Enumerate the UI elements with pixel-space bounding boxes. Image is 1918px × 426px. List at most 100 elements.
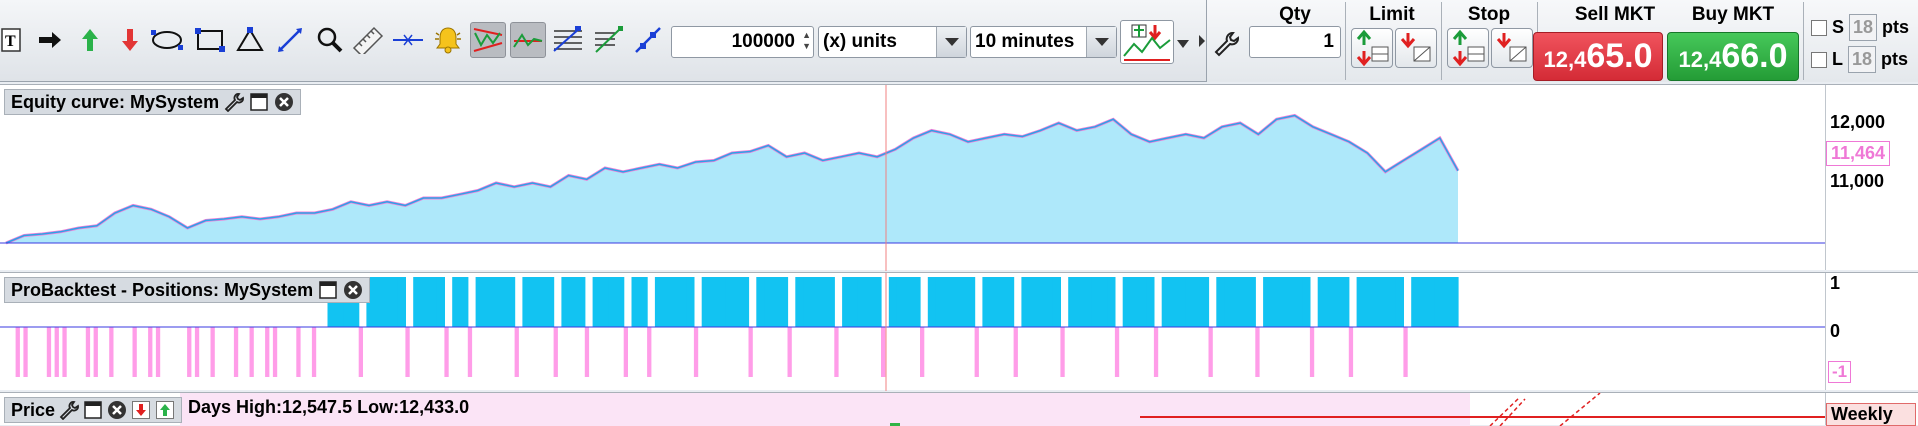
position-bar-long <box>1231 277 1241 327</box>
position-bar-long <box>795 277 804 327</box>
position-bar-long <box>1224 277 1233 327</box>
position-bar-long <box>1192 277 1202 327</box>
wrench-icon[interactable] <box>1209 26 1243 62</box>
position-bar-long <box>662 277 672 327</box>
position-bar-long <box>1185 277 1194 327</box>
position-bar-long <box>569 277 578 327</box>
position-bar-short <box>46 327 52 377</box>
arrow-down-red-icon[interactable] <box>131 400 151 420</box>
position-bar-long <box>1216 277 1225 327</box>
stop-loss-row: S 18 pts <box>1811 14 1909 41</box>
limit-sell-button[interactable] <box>1395 28 1437 68</box>
position-bar-short <box>553 327 558 377</box>
position-bar-long <box>1130 277 1139 327</box>
position-bar-long <box>904 277 913 327</box>
rectangle-tool-icon[interactable] <box>192 22 228 58</box>
units-select[interactable]: (x) units <box>818 26 967 58</box>
position-bar-long <box>1068 277 1077 327</box>
buy-mkt-label: Buy MKT <box>1691 4 1775 25</box>
position-bar-long <box>935 277 944 327</box>
backtest-indicator-icon[interactable] <box>1120 20 1174 64</box>
trend-lines-green-icon[interactable] <box>510 22 546 58</box>
position-bar-long <box>717 277 726 327</box>
position-bar-short <box>15 327 20 377</box>
stop-buy-button[interactable] <box>1447 28 1489 68</box>
take-profit-row: L 18 pts <box>1811 46 1908 73</box>
segment-tool-icon[interactable] <box>630 22 666 58</box>
price-title-bar: Price <box>4 397 183 423</box>
position-bar-short <box>85 327 91 377</box>
position-bar-short <box>1309 327 1315 377</box>
position-bar-long <box>1356 277 1365 327</box>
close-icon[interactable] <box>343 280 363 300</box>
stop-label: Stop <box>1467 4 1511 25</box>
position-bar-long <box>1341 277 1350 327</box>
fibonacci-icon[interactable] <box>550 22 586 58</box>
position-bar-long <box>615 277 625 327</box>
position-bar-long <box>709 277 718 327</box>
trend-lines-red-icon[interactable] <box>470 22 506 58</box>
arrow-up-green-icon[interactable] <box>72 22 108 58</box>
limit-buy-button[interactable] <box>1351 28 1393 68</box>
chevron-down-icon[interactable] <box>1176 36 1190 52</box>
position-bar-long <box>1239 277 1249 327</box>
positions-axis-label: 0 <box>1830 321 1841 341</box>
position-bar-long <box>460 277 469 327</box>
equity-axis-label: 12,000 <box>1830 112 1886 132</box>
price-panel: Price Days High:12,547.5 Low:12,433.0 We… <box>0 392 1918 426</box>
position-bar-long <box>1372 277 1381 327</box>
quantity-input[interactable]: 100000 ▲ ▼ <box>671 26 814 58</box>
text-tool-icon[interactable]: T <box>0 22 24 58</box>
qty-input[interactable]: 1 <box>1249 26 1341 58</box>
wrench-icon[interactable] <box>59 400 79 420</box>
position-bar-long <box>1107 277 1116 327</box>
chevron-down-icon[interactable] <box>936 27 966 57</box>
stop-loss-input[interactable]: 18 <box>1849 14 1878 41</box>
close-icon[interactable] <box>274 92 294 112</box>
position-bar-short <box>834 327 839 377</box>
position-bar-short <box>187 327 192 377</box>
arrow-up-green-icon[interactable] <box>155 400 175 420</box>
window-icon[interactable] <box>83 400 103 420</box>
take-profit-label: L <box>1832 49 1843 69</box>
take-profit-checkbox[interactable] <box>1811 51 1827 68</box>
take-profit-input[interactable]: 18 <box>1848 46 1877 73</box>
horizontal-line-icon[interactable] <box>390 22 426 58</box>
position-bar-long <box>1099 277 1108 327</box>
position-bar-long <box>1317 277 1327 327</box>
position-bar-long <box>732 277 742 327</box>
position-bar-long <box>810 277 820 327</box>
buy-price: 66.0 <box>1721 37 1788 75</box>
alert-bell-icon[interactable] <box>430 22 466 58</box>
sell-mkt-button[interactable]: 12,4 65.0 <box>1533 32 1663 81</box>
arrow-down-red-icon[interactable] <box>112 22 148 58</box>
ellipse-tool-icon[interactable] <box>150 22 186 58</box>
position-bar-short <box>23 327 28 377</box>
wrench-icon[interactable] <box>224 92 244 112</box>
chevron-down-icon[interactable] <box>1086 27 1116 57</box>
position-bar-short <box>132 327 137 377</box>
triangle-tool-icon[interactable] <box>232 22 268 58</box>
position-bar-long <box>779 277 789 327</box>
window-icon[interactable] <box>249 92 269 112</box>
close-icon[interactable] <box>107 400 127 420</box>
channel-tool-icon[interactable] <box>590 22 626 58</box>
units-select-value: (x) units <box>823 31 897 52</box>
position-bar-short <box>623 327 628 377</box>
zoom-icon[interactable] <box>312 22 348 58</box>
line-tool-icon[interactable] <box>272 22 308 58</box>
window-icon[interactable] <box>318 280 338 300</box>
chevron-right-icon[interactable] <box>1198 34 1205 48</box>
qty-label: Qty <box>1279 4 1311 25</box>
timeframe-select[interactable]: 10 minutes <box>970 26 1117 58</box>
stop-loss-checkbox[interactable] <box>1811 19 1827 36</box>
arrow-right-icon[interactable] <box>32 22 68 58</box>
buy-mkt-button[interactable]: 12,4 66.0 <box>1667 32 1799 81</box>
equity-area <box>6 115 1458 243</box>
position-bar-long <box>951 277 960 327</box>
stepper-arrows-icon[interactable]: ▲ ▼ <box>802 30 811 52</box>
ruler-icon[interactable] <box>350 22 386 58</box>
stop-sell-button[interactable] <box>1491 28 1533 68</box>
position-bar-long <box>1247 277 1256 327</box>
position-bar-long <box>678 277 687 327</box>
